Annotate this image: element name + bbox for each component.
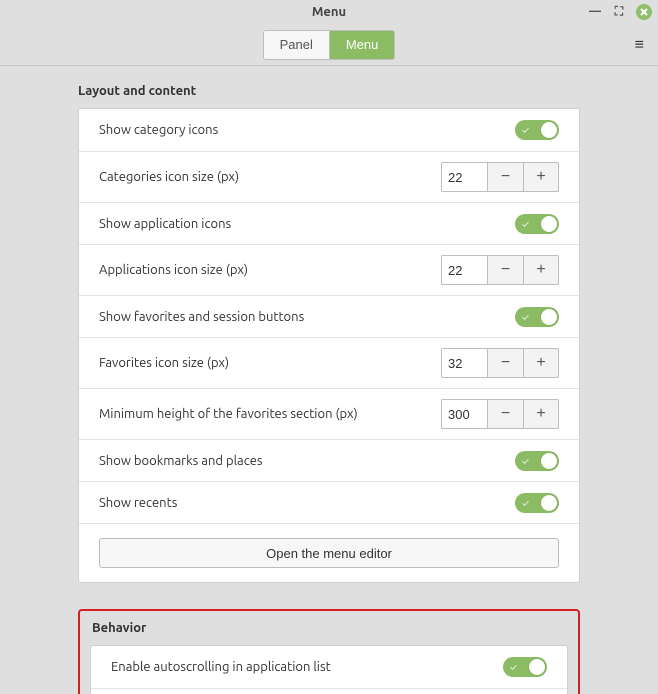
minimize-icon[interactable]: — <box>588 5 602 19</box>
layout-title: Layout and content <box>78 84 580 98</box>
input-categories-icon-size[interactable] <box>441 162 487 192</box>
toolbar: Panel Menu ≡ <box>0 24 658 66</box>
hamburger-icon[interactable]: ≡ <box>635 35 644 54</box>
inc-categories-icon-size[interactable]: + <box>523 162 559 192</box>
spin-categories-icon-size: − + <box>441 162 559 192</box>
window-title: Menu <box>312 5 346 19</box>
label-show-category-icons: Show category icons <box>99 123 218 137</box>
inc-applications-icon-size[interactable]: + <box>523 255 559 285</box>
row-show-application-icons: Show application icons ✓ <box>79 202 579 244</box>
label-categories-icon-size: Categories icon size (px) <box>99 170 239 184</box>
dec-categories-icon-size[interactable]: − <box>487 162 523 192</box>
content: Layout and content Show category icons ✓… <box>0 66 658 694</box>
label-applications-icon-size: Applications icon size (px) <box>99 263 248 277</box>
dec-favorites-icon-size[interactable]: − <box>487 348 523 378</box>
check-icon: ✓ <box>510 662 517 673</box>
row-show-bookmarks: Show bookmarks and places ✓ <box>79 439 579 481</box>
row-show-category-icons: Show category icons ✓ <box>79 109 579 151</box>
title-bar: Menu — ⛶ <box>0 0 658 24</box>
row-open-menu-editor: Open the menu editor <box>79 523 579 582</box>
check-icon: ✓ <box>522 311 529 322</box>
row-applications-icon-size: Applications icon size (px) − + <box>79 244 579 295</box>
label-show-recents: Show recents <box>99 496 177 510</box>
row-enable-autoscroll: Enable autoscrolling in application list… <box>91 646 567 688</box>
label-show-bookmarks: Show bookmarks and places <box>99 454 263 468</box>
toggle-enable-autoscroll[interactable]: ✓ <box>503 657 547 677</box>
label-min-height-favorites: Minimum height of the favorites section … <box>99 407 358 421</box>
check-icon: ✓ <box>522 218 529 229</box>
check-icon: ✓ <box>522 125 529 136</box>
row-show-recents: Show recents ✓ <box>79 481 579 523</box>
tab-group: Panel Menu <box>263 30 396 60</box>
dec-min-height-favorites[interactable]: − <box>487 399 523 429</box>
label-show-fav-session: Show favorites and session buttons <box>99 310 304 324</box>
spin-applications-icon-size: − + <box>441 255 559 285</box>
open-menu-editor-button[interactable]: Open the menu editor <box>99 538 559 568</box>
inc-min-height-favorites[interactable]: + <box>523 399 559 429</box>
row-favorites-icon-size: Favorites icon size (px) − + <box>79 337 579 388</box>
tab-panel[interactable]: Panel <box>264 31 329 59</box>
toggle-show-recents[interactable]: ✓ <box>515 493 559 513</box>
input-min-height-favorites[interactable] <box>441 399 487 429</box>
check-icon: ✓ <box>522 455 529 466</box>
row-categories-icon-size: Categories icon size (px) − + <box>79 151 579 202</box>
inc-favorites-icon-size[interactable]: + <box>523 348 559 378</box>
toggle-show-bookmarks[interactable]: ✓ <box>515 451 559 471</box>
tab-menu[interactable]: Menu <box>329 31 395 59</box>
label-enable-autoscroll: Enable autoscrolling in application list <box>111 660 331 674</box>
spin-min-height-favorites: − + <box>441 399 559 429</box>
label-show-application-icons: Show application icons <box>99 217 231 231</box>
input-applications-icon-size[interactable] <box>441 255 487 285</box>
row-show-fav-session: Show favorites and session buttons ✓ <box>79 295 579 337</box>
input-favorites-icon-size[interactable] <box>441 348 487 378</box>
maximize-icon[interactable]: ⛶ <box>612 5 626 19</box>
check-icon: ✓ <box>522 497 529 508</box>
window-controls: — ⛶ <box>588 0 652 24</box>
row-min-height-favorites: Minimum height of the favorites section … <box>79 388 579 439</box>
close-icon[interactable] <box>636 4 652 20</box>
section-layout: Layout and content Show category icons ✓… <box>78 84 580 583</box>
section-behavior-highlight: Behavior Enable autoscrolling in applica… <box>78 609 580 694</box>
label-favorites-icon-size: Favorites icon size (px) <box>99 356 229 370</box>
behavior-panel: Enable autoscrolling in application list… <box>90 645 568 694</box>
spin-favorites-icon-size: − + <box>441 348 559 378</box>
toggle-show-application-icons[interactable]: ✓ <box>515 214 559 234</box>
toggle-show-fav-session[interactable]: ✓ <box>515 307 559 327</box>
toggle-show-category-icons[interactable]: ✓ <box>515 120 559 140</box>
behavior-title: Behavior <box>92 621 568 635</box>
layout-panel: Show category icons ✓ Categories icon si… <box>78 108 580 583</box>
row-enable-fs-path: Enable filesystem path entry in search b… <box>91 688 567 694</box>
dec-applications-icon-size[interactable]: − <box>487 255 523 285</box>
